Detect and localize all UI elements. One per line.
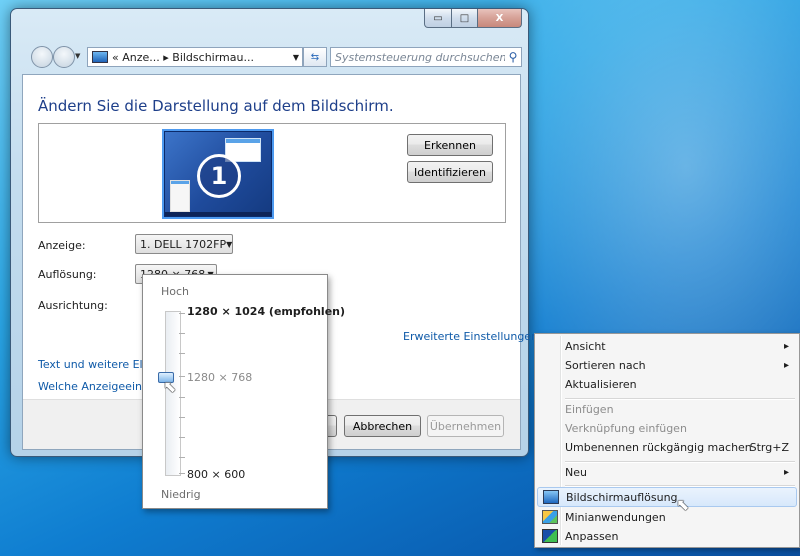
- display-settings-help-link[interactable]: Welche Anzeigeeinste: [38, 380, 159, 393]
- menu-item-label: Aktualisieren: [565, 377, 637, 391]
- address-bar[interactable]: « Anze... ▸ Bildschirmau... ▼: [87, 47, 303, 67]
- personalize-icon: [542, 529, 558, 543]
- close-icon: X: [495, 12, 504, 24]
- gadgets-icon: [542, 510, 558, 524]
- close-button[interactable]: X: [478, 9, 522, 28]
- menu-item-label: Umbenennen rückgängig machen: [565, 440, 752, 454]
- window-thumbnail: [170, 180, 190, 212]
- monitor-1-thumbnail[interactable]: 1: [162, 129, 274, 219]
- submenu-arrow-icon: ▸: [783, 466, 789, 478]
- address-dropdown-icon[interactable]: ▼: [290, 53, 302, 62]
- forward-button[interactable]: [53, 46, 75, 68]
- display-value: 1. DELL 1702FP: [140, 237, 227, 251]
- resolution-label: Auflösung:: [38, 268, 97, 281]
- mouse-pointer-icon: ⬉: [676, 495, 690, 514]
- menu-item-label: Anpassen: [565, 529, 619, 543]
- identify-button[interactable]: Identifizieren: [407, 161, 493, 183]
- recent-pages-icon[interactable]: ▼: [75, 52, 80, 60]
- slider-tick: [179, 376, 185, 377]
- apply-button[interactable]: Übernehmen: [427, 415, 504, 437]
- cancel-button[interactable]: Abbrechen: [344, 415, 421, 437]
- chevron-down-icon: ▼: [226, 239, 233, 249]
- menu-item-shortcut: Strg+Z: [749, 440, 789, 454]
- breadcrumb: « Anze... ▸ Bildschirmau...: [112, 50, 254, 64]
- menu-item-label: Bildschirmauflösung: [566, 490, 678, 504]
- low-label: Niedrig: [161, 488, 201, 501]
- resolution-option-max[interactable]: 1280 × 1024 (empfohlen): [187, 305, 345, 318]
- slider-tick: [179, 437, 185, 438]
- control-panel-icon: [92, 51, 108, 63]
- detect-button[interactable]: Erkennen: [407, 134, 493, 156]
- display-select[interactable]: 1. DELL 1702FP ▼: [135, 234, 233, 254]
- monitor-number: 1: [197, 154, 241, 198]
- slider-tick: [179, 457, 185, 458]
- slider-tick: [179, 417, 185, 418]
- slider-tick: [179, 333, 185, 334]
- refresh-button[interactable]: ⇆: [303, 47, 327, 67]
- menu-item-sort-by[interactable]: Sortieren nach ▸: [537, 355, 795, 375]
- menu-item-label: Neu: [565, 465, 587, 479]
- menu-item-label: Sortieren nach: [565, 358, 646, 372]
- search-placeholder: Systemsteuerung durchsuchen: [335, 50, 505, 64]
- menu-item-refresh[interactable]: Aktualisieren: [537, 374, 795, 394]
- desktop-context-menu: Ansicht ▸ Sortieren nach ▸ Aktualisieren…: [534, 333, 800, 548]
- display-label: Anzeige:: [38, 239, 86, 252]
- maximize-button[interactable]: □: [452, 9, 478, 28]
- menu-item-personalize[interactable]: Anpassen: [537, 526, 795, 546]
- menu-item-gadgets[interactable]: Minianwendungen: [537, 507, 795, 527]
- monitor-preview: 1 Erkennen Identifizieren: [38, 123, 506, 223]
- menu-item-paste-shortcut[interactable]: Verknüpfung einfügen: [537, 418, 795, 438]
- minimize-button[interactable]: ▭: [424, 9, 452, 28]
- menu-item-label: Verknüpfung einfügen: [565, 421, 687, 435]
- search-icon[interactable]: ⚲: [505, 50, 521, 64]
- maximize-icon: □: [459, 12, 470, 24]
- back-button[interactable]: [31, 46, 53, 68]
- menu-item-screen-resolution[interactable]: Bildschirmauflösung: [537, 487, 797, 507]
- minimize-icon: ▭: [433, 12, 443, 24]
- advanced-settings-link[interactable]: Erweiterte Einstellungen: [403, 330, 538, 343]
- menu-item-view[interactable]: Ansicht ▸: [537, 336, 795, 356]
- slider-tick: [179, 353, 185, 354]
- menu-item-label: Ansicht: [565, 339, 606, 353]
- refresh-icon: ⇆: [310, 51, 320, 63]
- page-title: Ändern Sie die Darstellung auf dem Bilds…: [38, 97, 394, 115]
- submenu-arrow-icon: ▸: [783, 340, 789, 352]
- orientation-label: Ausrichtung:: [38, 299, 108, 312]
- menu-item-label: Einfügen: [565, 402, 614, 416]
- caption-buttons: ▭ □ X: [424, 9, 522, 28]
- resolution-option-min[interactable]: 800 × 600: [187, 468, 245, 481]
- slider-tick: [179, 313, 185, 314]
- slider-tick: [179, 397, 185, 398]
- resolution-option-current[interactable]: 1280 × 768: [187, 371, 252, 384]
- slider-tick: [179, 473, 185, 474]
- address-bar-row: ▼ « Anze... ▸ Bildschirmau... ▼ ⇆ System…: [31, 46, 522, 68]
- search-input[interactable]: Systemsteuerung durchsuchen ⚲: [330, 47, 522, 67]
- menu-item-undo-rename[interactable]: Umbenennen rückgängig machen Strg+Z: [537, 437, 795, 457]
- menu-item-paste[interactable]: Einfügen: [537, 399, 795, 419]
- mouse-pointer-icon: ⬉: [163, 377, 177, 396]
- taskbar-thumbnail: [165, 212, 271, 216]
- menu-item-label: Minianwendungen: [565, 510, 666, 524]
- menu-item-new[interactable]: Neu ▸: [537, 462, 795, 482]
- submenu-arrow-icon: ▸: [783, 359, 789, 371]
- resolution-slider-popup: Hoch 1280 × 1024 (empfohlen) 1280 × 768 …: [142, 274, 345, 509]
- high-label: Hoch: [161, 285, 190, 298]
- screen-resolution-icon: [543, 490, 559, 504]
